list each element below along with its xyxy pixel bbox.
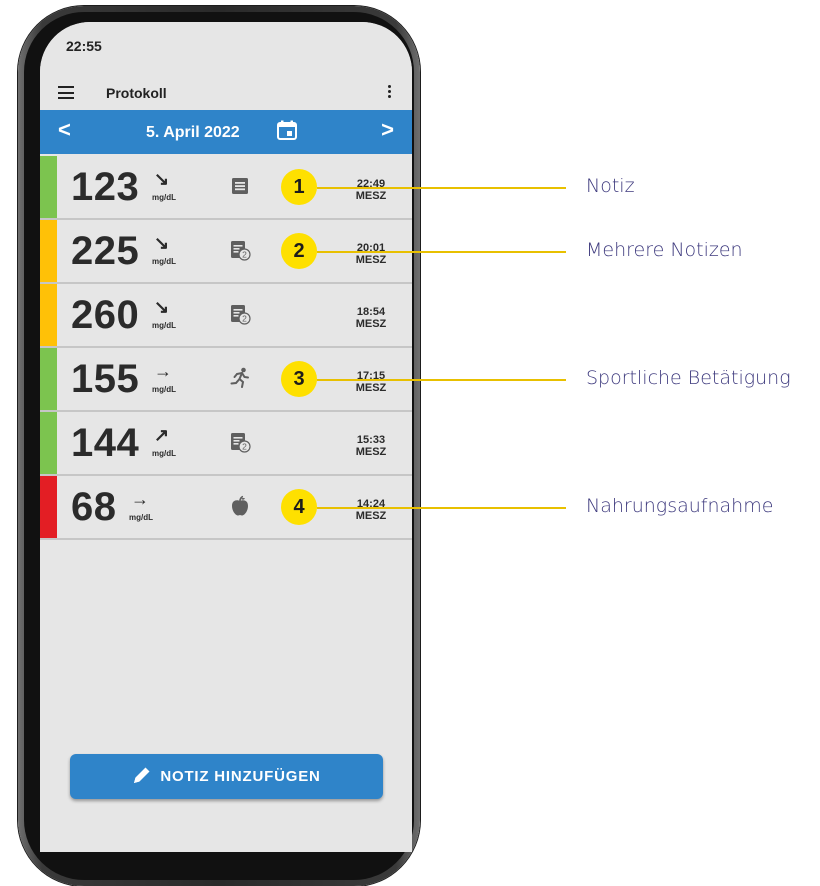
status-time: 22:55 (66, 38, 102, 54)
timezone-label: MESZ (355, 190, 387, 202)
annotation-label: Sportliche Betätigung (586, 367, 791, 389)
timezone-label: MESZ (355, 446, 387, 458)
timezone-label: MESZ (355, 254, 387, 266)
range-indicator (40, 156, 57, 218)
glucose-unit: mg/dL (129, 513, 153, 522)
glucose-value: 144 (71, 421, 140, 465)
previous-day-button[interactable]: < (58, 117, 71, 143)
svg-text:2: 2 (242, 250, 247, 260)
trend-arrow-icon: ↘ (154, 297, 170, 317)
add-note-button[interactable]: NOTIZ HINZUFÜGEN (70, 754, 383, 799)
timezone-label: MESZ (355, 318, 387, 330)
date-navigation-bar: < 5. April 2022 > (40, 110, 412, 154)
glucose-value: 123 (71, 165, 140, 209)
range-indicator (40, 412, 57, 474)
calendar-icon[interactable] (277, 120, 297, 140)
trend-arrow-icon: ↘ (154, 233, 170, 253)
annotation-connector-line (317, 187, 566, 189)
entry-time: 17:15 MESZ (348, 370, 394, 394)
glucose-unit: mg/dL (152, 385, 176, 394)
table-row[interactable]: 260 ↘ mg/dL 2 18:54 MESZ (40, 284, 412, 348)
entry-time: 18:54 MESZ (348, 306, 394, 330)
pencil-icon (134, 767, 150, 784)
annotation-connector-line (317, 507, 566, 509)
page-title: Protokoll (106, 85, 167, 101)
svg-text:2: 2 (242, 442, 247, 452)
entry-time: 15:33 MESZ (348, 434, 394, 458)
range-indicator (40, 476, 57, 538)
annotation-connector-line (317, 251, 566, 253)
app-bar: Protokoll (40, 78, 412, 108)
range-indicator (40, 220, 57, 282)
add-note-label: NOTIZ HINZUFÜGEN (160, 768, 321, 785)
glucose-unit: mg/dL (152, 193, 176, 202)
entry-time: 22:49 MESZ (348, 178, 394, 202)
overflow-menu-icon[interactable] (388, 85, 392, 101)
status-bar: 22:55 (40, 22, 412, 72)
entry-time: 20:01 MESZ (348, 242, 394, 266)
range-indicator (40, 348, 57, 410)
glucose-value: 68 (71, 485, 117, 529)
glucose-value: 225 (71, 229, 140, 273)
time-value: 15:33 (356, 434, 386, 446)
table-row[interactable]: 144 ↗ mg/dL 2 15:33 MESZ (40, 412, 412, 476)
exercise-icon (228, 366, 252, 390)
glucose-log-list: 123 ↘ mg/dL 1 22:49 MESZ 225 ↘ mg/dL 2 2 20:01 MESZ 2… (40, 156, 412, 540)
multiple-notes-icon: 2 (228, 430, 252, 454)
annotation-connector-line (317, 379, 566, 381)
callout-number-badge: 3 (281, 361, 317, 397)
app-screen: 22:55 Protokoll < 5. April 2022 > 123 ↘ mg… (40, 22, 412, 852)
callout-number-badge: 1 (281, 169, 317, 205)
hamburger-menu-icon[interactable] (58, 86, 74, 99)
timezone-label: MESZ (355, 510, 387, 522)
glucose-unit: mg/dL (152, 257, 176, 266)
multiple-notes-icon: 2 (228, 302, 252, 326)
note-icon (228, 174, 252, 198)
glucose-value: 155 (71, 357, 140, 401)
svg-text:2: 2 (242, 314, 247, 324)
annotation-label: Notiz (586, 175, 635, 197)
time-value: 18:54 (356, 306, 386, 318)
next-day-button[interactable]: > (381, 117, 394, 143)
timezone-label: MESZ (355, 382, 387, 394)
trend-arrow-icon: ↘ (154, 169, 170, 189)
callout-number-badge: 4 (281, 489, 317, 525)
glucose-unit: mg/dL (152, 449, 176, 458)
annotation-label: Mehrere Notizen (586, 239, 743, 261)
glucose-unit: mg/dL (152, 321, 176, 330)
trend-arrow-icon: ↗ (154, 425, 170, 445)
current-date: 5. April 2022 (146, 124, 240, 141)
food-icon (228, 494, 252, 518)
range-indicator (40, 284, 57, 346)
trend-arrow-icon: → (131, 489, 149, 509)
multiple-notes-icon: 2 (228, 238, 252, 262)
glucose-value: 260 (71, 293, 140, 337)
entry-time: 14:24 MESZ (348, 498, 394, 522)
trend-arrow-icon: → (154, 361, 172, 381)
callout-number-badge: 2 (281, 233, 317, 269)
annotation-label: Nahrungsaufnahme (586, 495, 774, 517)
